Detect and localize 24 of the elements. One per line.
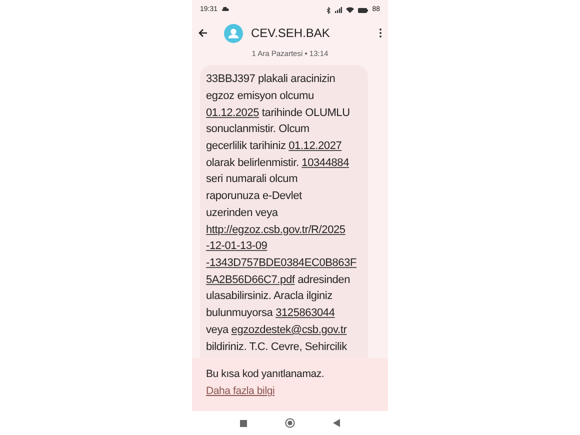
battery-icon xyxy=(358,8,368,12)
info-text: Bu kısa kod yanıtlanamaz. Daha fazla bilgi xyxy=(206,367,326,399)
cloud-icon xyxy=(222,6,229,11)
message-link[interactable]: 5A2B56D66C7.pdf xyxy=(206,274,295,286)
message-link[interactable]: egzozdestek@csb.gov.tr xyxy=(231,324,347,336)
message-text: 33BBJ397 plakali aracinizin egzoz emisyon olcumu 01.12.2025 tarihinde OLUMLU sonuclanmistir. Olcum gecerlilik tarihiniz 01.12.2027 olarak belirlenmistir. 10344884 seri numarali olcum raporunuza e-Devlet uzerinden veya http://egzoz.csb.gov.tr/R/2025 -12-01-13-09 -1343D757BDE0384EC0B863F 5A2B56D66C7.pdf adresinden ulasabilirsiniz. Aracla ilginiz bulunmuyorsa 3125863044 veya egzozdestek@csb.gov.tr bildiriniz. T.C. Cevre, Sehircilik xyxy=(206,72,358,354)
home-icon[interactable] xyxy=(285,418,295,428)
back-icon[interactable] xyxy=(333,419,340,427)
back-arrow-icon[interactable] xyxy=(198,28,208,38)
avatar-icon xyxy=(224,24,243,42)
message-link[interactable]: http://egzoz.csb.gov.tr/R/2025 xyxy=(206,224,346,236)
message-link[interactable]: 01.12.2025 xyxy=(206,106,260,119)
message-link[interactable]: 10344884 xyxy=(302,156,350,169)
message-link[interactable]: -12-01-13-09 xyxy=(206,240,268,252)
signal-icon xyxy=(335,7,342,13)
message-link[interactable]: -1343D757BDE0384EC0B863F xyxy=(206,256,357,269)
more-info-link[interactable]: Daha fazla bilgi xyxy=(206,385,275,397)
contact-name: CEV.SEH.BAK xyxy=(251,25,330,42)
message-link[interactable]: 01.12.2027 xyxy=(288,140,342,152)
more-options-icon[interactable] xyxy=(379,28,382,38)
bluetooth-icon xyxy=(327,6,332,14)
message-link[interactable]: 3125863044 xyxy=(276,307,335,320)
recents-icon[interactable] xyxy=(240,420,247,426)
wifi-icon xyxy=(346,7,354,13)
